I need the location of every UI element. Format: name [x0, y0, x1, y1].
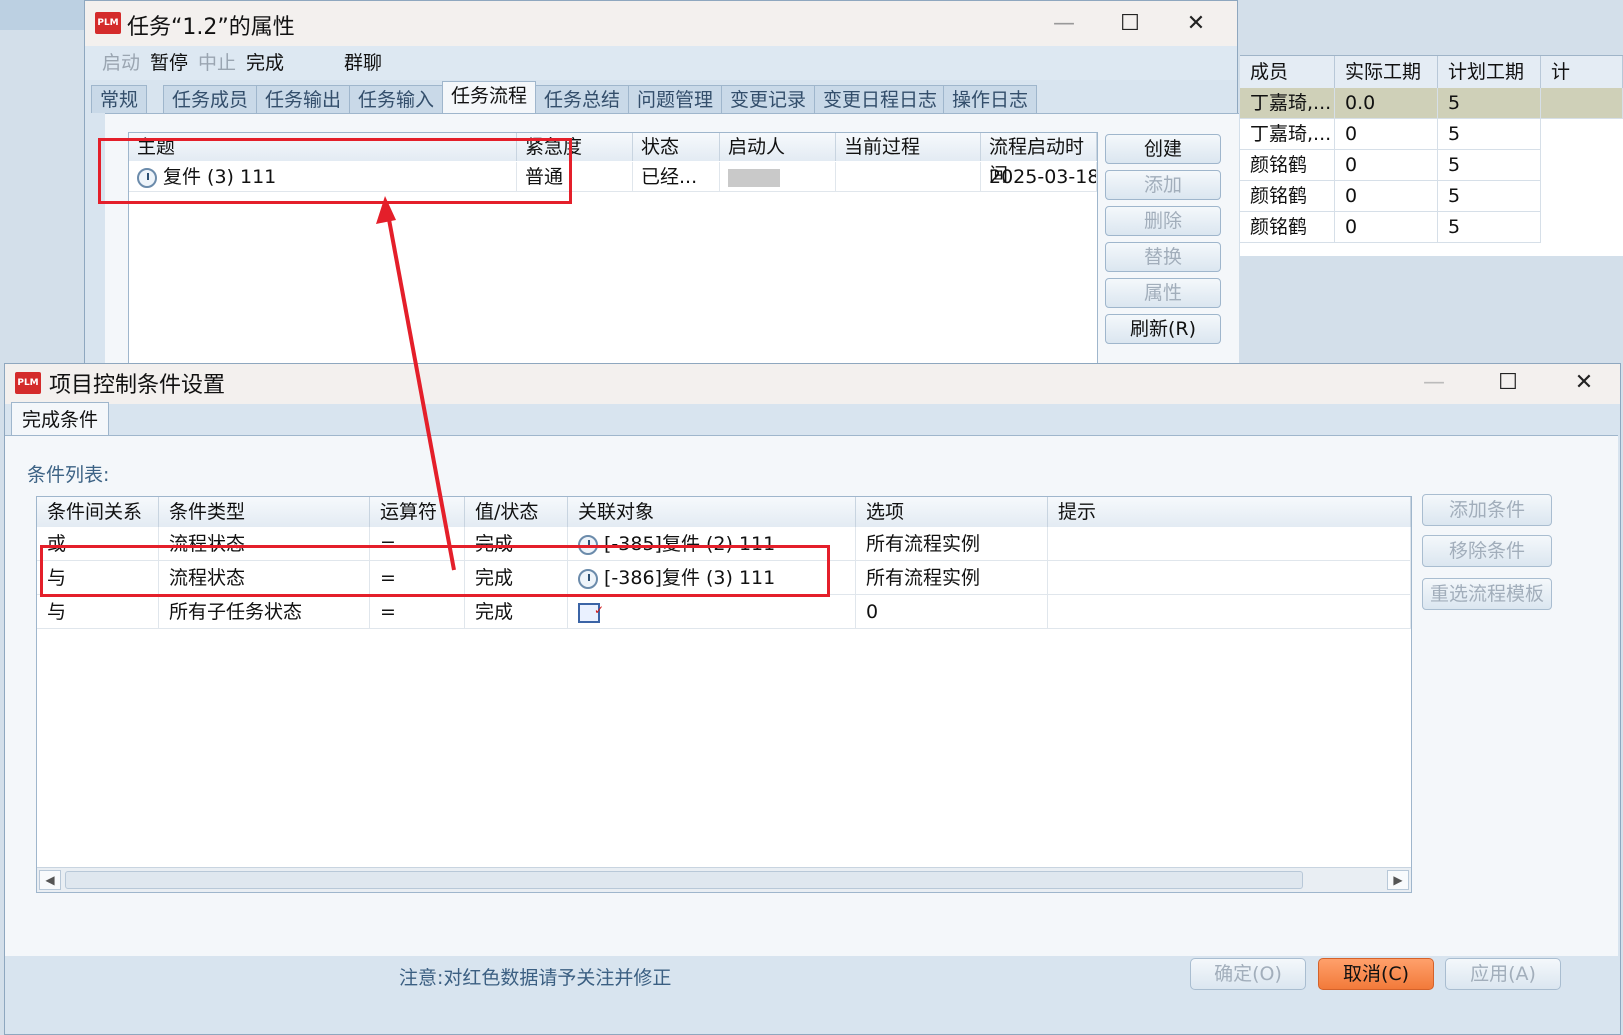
annotation-arrow	[376, 196, 456, 571]
